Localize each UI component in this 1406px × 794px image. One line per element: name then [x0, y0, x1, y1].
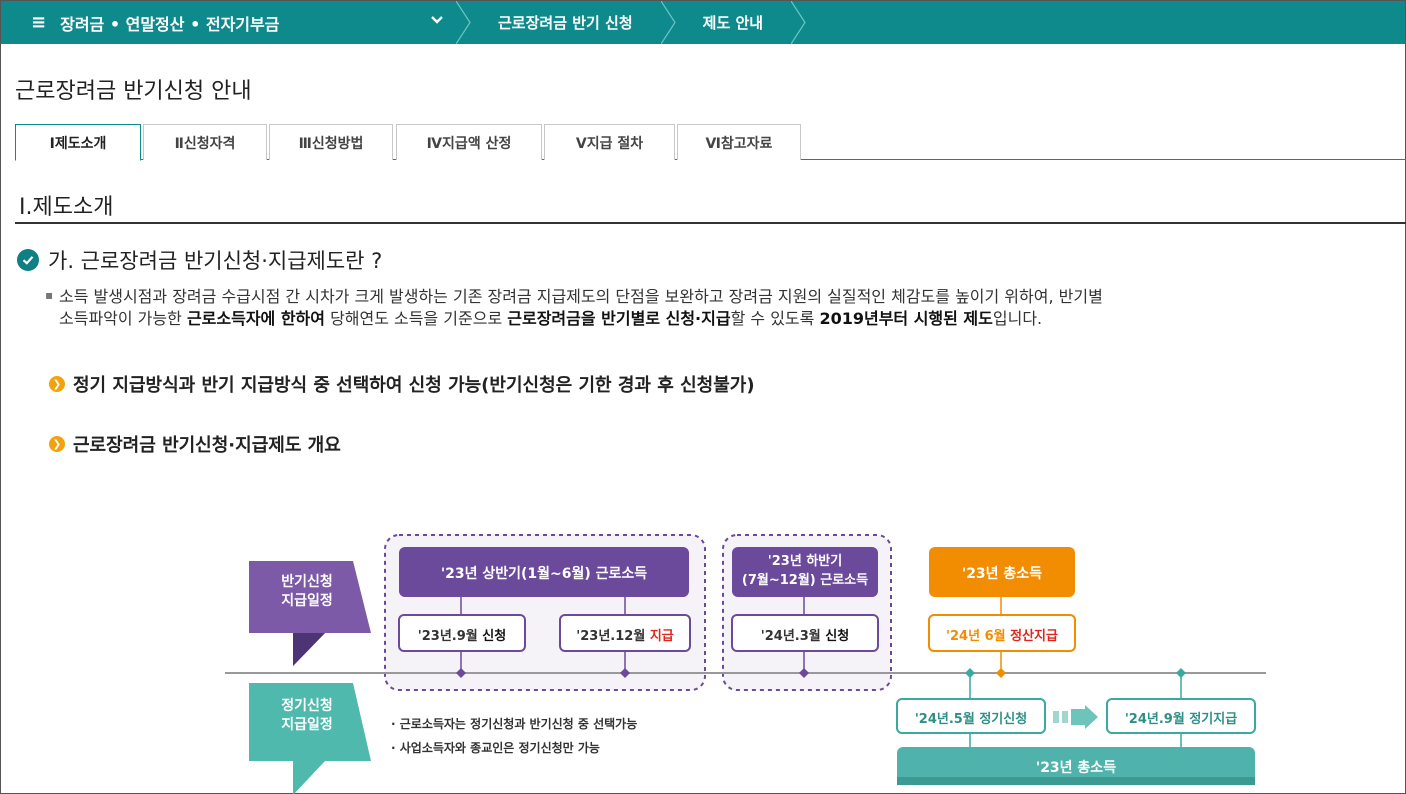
text-span: '24년.3월 — [760, 629, 826, 644]
label-line: '23년 하반기 — [767, 554, 843, 569]
chevron-right-icon: ❯ — [49, 376, 65, 392]
breadcrumb-item-half-apply[interactable]: 근로장려금 반기 신청 — [472, 1, 661, 44]
text-span: 신청 — [482, 629, 507, 644]
bullet-icon: ▪ — [45, 288, 54, 302]
page-title: 근로장려금 반기신청 안내 — [15, 79, 252, 104]
subheading-overview: ❯ 근로장려금 반기신청·지급제도 개요 — [49, 431, 341, 457]
total-income-box: '23년 총소득 — [961, 566, 1043, 582]
tab-method[interactable]: Ⅲ신청방법 — [269, 124, 393, 160]
tab-procedure[interactable]: Ⅴ지급 절차 — [544, 124, 675, 160]
note-line-1: · 근로소득자는 정기신청과 반기신청 중 선택가능 — [391, 717, 638, 731]
text-span: '24년 6월 — [946, 629, 1011, 644]
breadcrumb-separator-icon — [456, 1, 472, 44]
paragraph-line-2: 소득파악이 가능한 근로소득자에 한하여 당해연도 소득을 기준으로 근로장려금… — [45, 308, 1405, 330]
text-span: '23년.12월 — [576, 629, 650, 644]
label-line: 반기신청 — [281, 574, 333, 590]
question-heading: 가. 근로장려금 반기신청·지급제도란 ? — [17, 245, 382, 275]
label-line: 정기신청 — [281, 698, 333, 714]
text-span: 당해연도 소득을 기준으로 — [325, 309, 508, 328]
tab-amount[interactable]: Ⅳ지급액 산정 — [396, 124, 542, 160]
section-divider — [15, 222, 1406, 224]
text-span: 입니다. — [992, 309, 1043, 328]
text-span: 할 수 있도록 — [730, 309, 820, 328]
label-line: 지급일정 — [281, 717, 333, 733]
subheading-choice: ❯ 정기 지급방식과 반기 지급방식 중 선택하여 신청 가능(반기신청은 기한… — [49, 371, 755, 397]
breadcrumb-separator-icon — [791, 1, 807, 44]
regular-apply-box: '24년.5월 정기신청 — [914, 712, 1028, 727]
breadcrumb-separator-icon — [660, 1, 677, 44]
hamburger-icon[interactable]: ≡ — [31, 12, 46, 33]
diagram-graphics — [225, 534, 1266, 794]
text-span: 소득파악이 가능한 — [59, 309, 187, 328]
chevron-right-icon: ❯ — [49, 436, 65, 452]
intro-paragraph: ▪ 소득 발생시점과 장려금 수급시점 간 시차가 크게 발생하는 기존 장려금… — [45, 286, 1405, 330]
first-half-pay-box: '23년.12월 지급 — [560, 625, 690, 644]
subheading-text: 정기 지급방식과 반기 지급방식 중 선택하여 신청 가능(반기신청은 기한 경… — [73, 375, 755, 396]
regular-total-income-box: '23년 총소득 — [1035, 760, 1117, 776]
label-line: 지급일정 — [281, 593, 333, 609]
question-text: 가. 근로장려금 반기신청·지급제도란 ? — [48, 249, 383, 273]
text-span: 정산지급 — [1010, 629, 1058, 644]
bold-span: 근로장려금을 반기별로 신청·지급 — [507, 309, 731, 328]
schedule-diagram: 반기신청 지급일정 정기신청 지급일정 '23년 상반기(1월~6월) 근로소득… — [1, 521, 1406, 794]
regular-pay-box: '24년.9월 정기지급 — [1124, 712, 1238, 727]
second-half-apply-box: '24년.3월 신청 — [732, 625, 878, 644]
text-span: 신청 — [825, 629, 850, 644]
first-half-apply-box: '23년.9월 신청 — [399, 625, 525, 644]
note-line-2: · 사업소득자와 종교인은 정기신청만 가능 — [391, 741, 600, 755]
regular-schedule-label: 정기신청 지급일정 — [255, 697, 359, 735]
label-line: (7월~12월) 근로소득 — [741, 573, 869, 588]
half-schedule-label: 반기신청 지급일정 — [255, 573, 359, 611]
tab-bar: Ⅰ제도소개 Ⅱ신청자격 Ⅲ신청방법 Ⅳ지급액 산정 Ⅴ지급 절차 Ⅵ참고자료 — [15, 124, 1406, 161]
breadcrumb-item-guide[interactable]: 제도 안내 — [677, 1, 791, 44]
main-menu-label: 장려금 • 연말정산 • 전자기부금 — [60, 14, 280, 34]
second-half-income-box: '23년 하반기 (7월~12월) 근로소득 — [732, 552, 878, 590]
top-navigation: ≡ 장려금 • 연말정산 • 전자기부금 근로장려금 반기 신청 제도 안내 — [1, 1, 1405, 44]
settlement-pay-box: '24년 6월 정산지급 — [929, 625, 1075, 644]
tab-eligibility[interactable]: Ⅱ신청자격 — [143, 124, 267, 160]
chevron-down-icon[interactable] — [430, 13, 444, 31]
first-half-income-box: '23년 상반기(1월~6월) 근로소득 — [440, 566, 648, 582]
text-span: 지급 — [649, 629, 674, 644]
check-circle-icon — [17, 249, 39, 271]
section-title: Ⅰ.제도소개 — [19, 195, 114, 220]
paragraph-line-1: 소득 발생시점과 장려금 수급시점 간 시차가 크게 발생하는 기존 장려금 지… — [59, 287, 1103, 306]
text-span: '23년.9월 — [417, 629, 483, 644]
tab-intro[interactable]: Ⅰ제도소개 — [15, 124, 141, 161]
subheading-text: 근로장려금 반기신청·지급제도 개요 — [73, 435, 341, 456]
tab-references[interactable]: Ⅵ참고자료 — [677, 124, 801, 160]
main-menu-dropdown[interactable]: ≡ 장려금 • 연말정산 • 전자기부금 — [1, 1, 456, 44]
bold-span: 2019년부터 시행된 제도 — [819, 309, 993, 328]
bold-span: 근로소득자에 한하여 — [186, 309, 325, 328]
